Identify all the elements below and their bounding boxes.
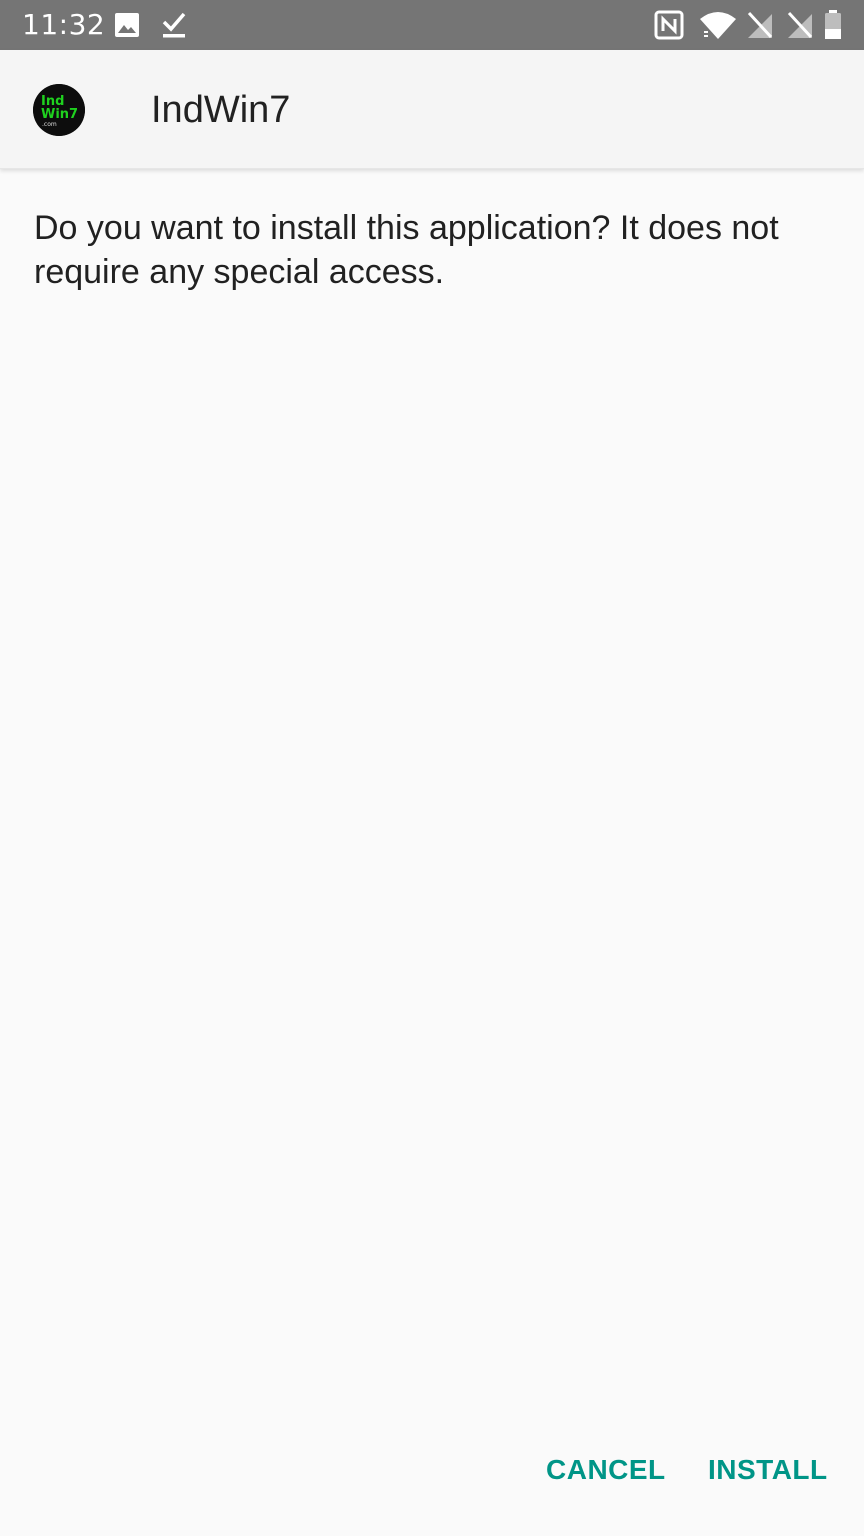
wifi-icon xyxy=(700,12,736,39)
no-sim-icon xyxy=(747,11,773,39)
battery-icon xyxy=(825,10,841,39)
cancel-button[interactable]: CANCEL xyxy=(546,1450,666,1490)
svg-text:.com: .com xyxy=(42,121,57,128)
app-bar: Ind Win7 .com IndWin7 xyxy=(0,50,864,169)
install-button[interactable]: INSTALL xyxy=(708,1450,828,1490)
status-time: 11:32 xyxy=(22,8,106,41)
image-icon xyxy=(115,13,139,37)
indwin7-logo-icon: Ind Win7 .com xyxy=(33,84,85,136)
status-bar: 11:32 xyxy=(0,0,864,50)
nfc-icon xyxy=(654,10,684,40)
check-download-icon xyxy=(162,12,186,38)
app-icon: Ind Win7 .com xyxy=(33,84,85,136)
svg-text:Win7: Win7 xyxy=(41,107,78,122)
install-message: Do you want to install this application?… xyxy=(34,209,779,291)
app-title: IndWin7 xyxy=(151,89,291,131)
no-sim-2-icon xyxy=(787,11,813,39)
